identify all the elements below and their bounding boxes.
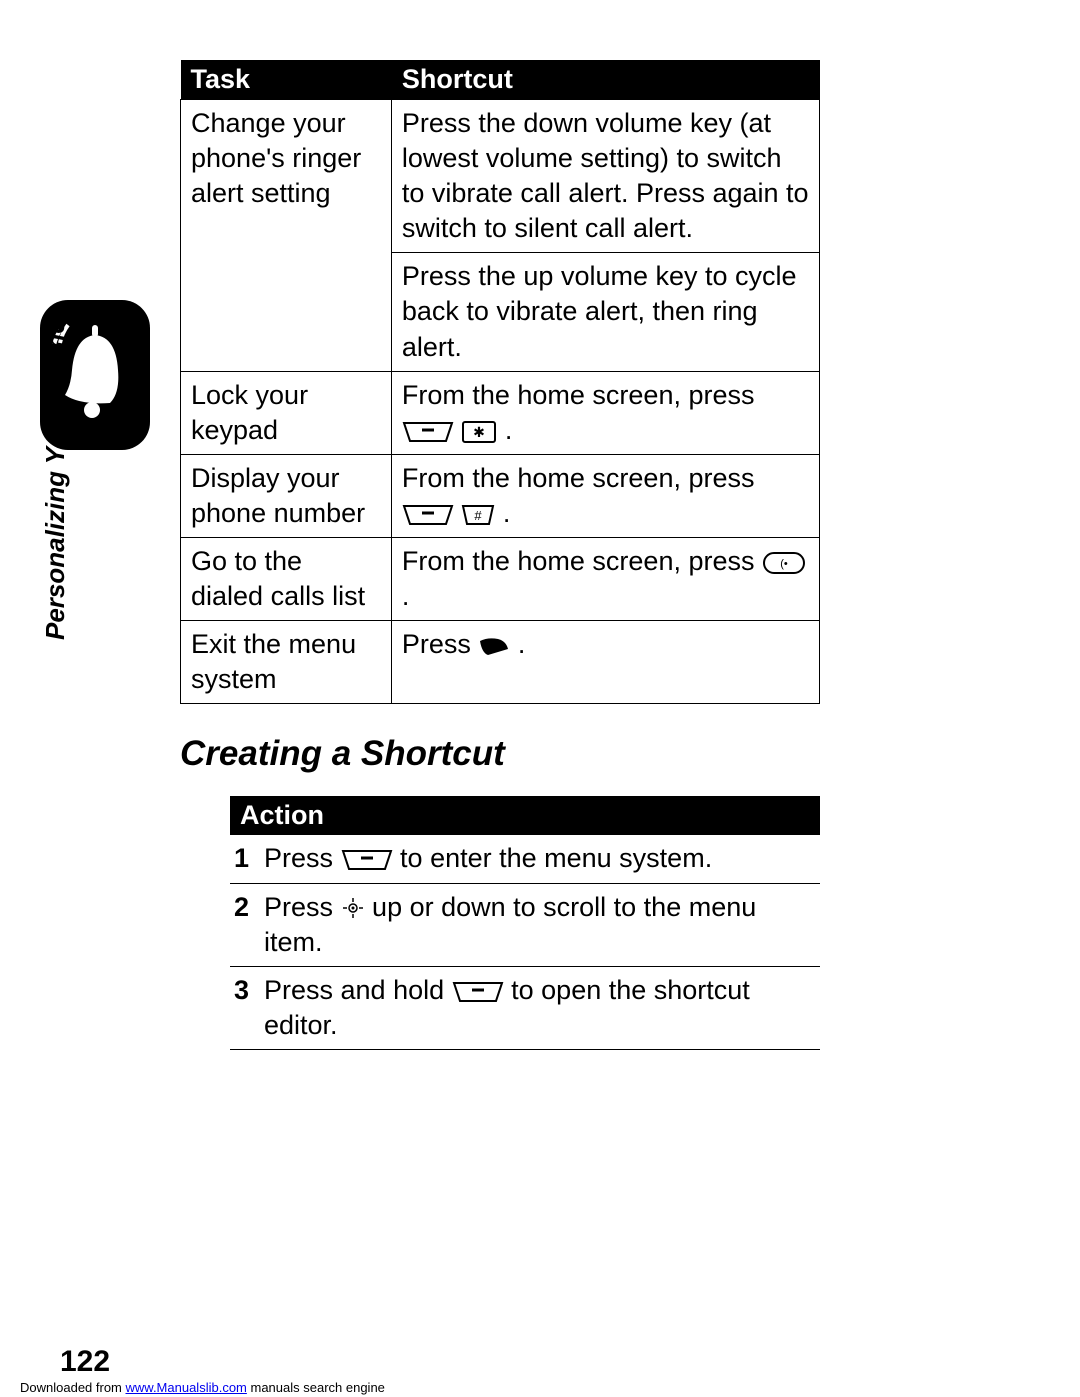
table-row: 1 Press to enter the menu system. xyxy=(230,835,820,883)
table-row: Lock your keypad From the home screen, p… xyxy=(181,371,820,454)
footer-link[interactable]: www.Manualslib.com xyxy=(126,1380,247,1395)
table-row: 2 Press up or down to scroll to the menu… xyxy=(230,883,820,966)
task-cell: Display your phone number xyxy=(181,454,392,537)
step-text: Press to enter the menu system. xyxy=(258,835,820,883)
step-text: Press and hold to open the shortcut edit… xyxy=(258,966,820,1049)
section-heading: Creating a Shortcut xyxy=(180,734,820,774)
task-cell: Exit the menu system xyxy=(181,621,392,704)
main-content: Task Shortcut Change your phone's ringer… xyxy=(180,60,820,1050)
star-key-icon xyxy=(461,420,497,444)
table-row: Go to the dialed calls list From the hom… xyxy=(181,538,820,621)
menu-key-icon xyxy=(452,981,504,1003)
shortcut-cell: From the home screen, press . xyxy=(391,454,819,537)
shortcut-cell: Press the down volume key (at lowest vol… xyxy=(391,100,819,253)
tasks-header-task: Task xyxy=(181,60,392,100)
hash-key-icon xyxy=(461,504,495,526)
shortcut-cell: From the home screen, press . xyxy=(391,538,819,621)
footer-text: Downloaded from www.Manualslib.com manua… xyxy=(20,1380,385,1395)
shortcut-cell: Press . xyxy=(391,621,819,704)
task-cell: Go to the dialed calls list xyxy=(181,538,392,621)
tasks-header-shortcut: Shortcut xyxy=(391,60,819,100)
step-number: 3 xyxy=(230,966,258,1049)
action-table: Action 1 Press to enter the menu system.… xyxy=(230,796,820,1049)
table-row: Display your phone number From the home … xyxy=(181,454,820,537)
menu-key-icon xyxy=(341,849,393,871)
manual-page: Personalizing Your Phone Task Shortcut C… xyxy=(0,0,1080,1397)
send-key-icon xyxy=(762,551,806,575)
table-row: Exit the menu system Press . xyxy=(181,621,820,704)
task-cell: Lock your keypad xyxy=(181,371,392,454)
end-key-icon xyxy=(478,635,510,657)
step-text: Press up or down to scroll to the menu i… xyxy=(258,883,820,966)
page-number: 122 xyxy=(60,1345,110,1379)
step-number: 2 xyxy=(230,883,258,966)
shortcut-cell: Press the up volume key to cycle back to… xyxy=(391,253,819,371)
shortcut-cell: From the home screen, press . xyxy=(391,371,819,454)
step-number: 1 xyxy=(230,835,258,883)
table-row: Change your phone's ringer alert setting… xyxy=(181,100,820,253)
task-cell: Change your phone's ringer alert setting xyxy=(181,100,392,372)
menu-key-icon xyxy=(402,504,454,526)
tasks-table: Task Shortcut Change your phone's ringer… xyxy=(180,60,820,704)
section-label-vertical: Personalizing Your Phone xyxy=(40,319,71,640)
table-row: 3 Press and hold to open the shortcut ed… xyxy=(230,966,820,1049)
action-header: Action xyxy=(230,796,820,835)
nav-key-icon xyxy=(341,896,365,920)
menu-key-icon xyxy=(402,421,454,443)
